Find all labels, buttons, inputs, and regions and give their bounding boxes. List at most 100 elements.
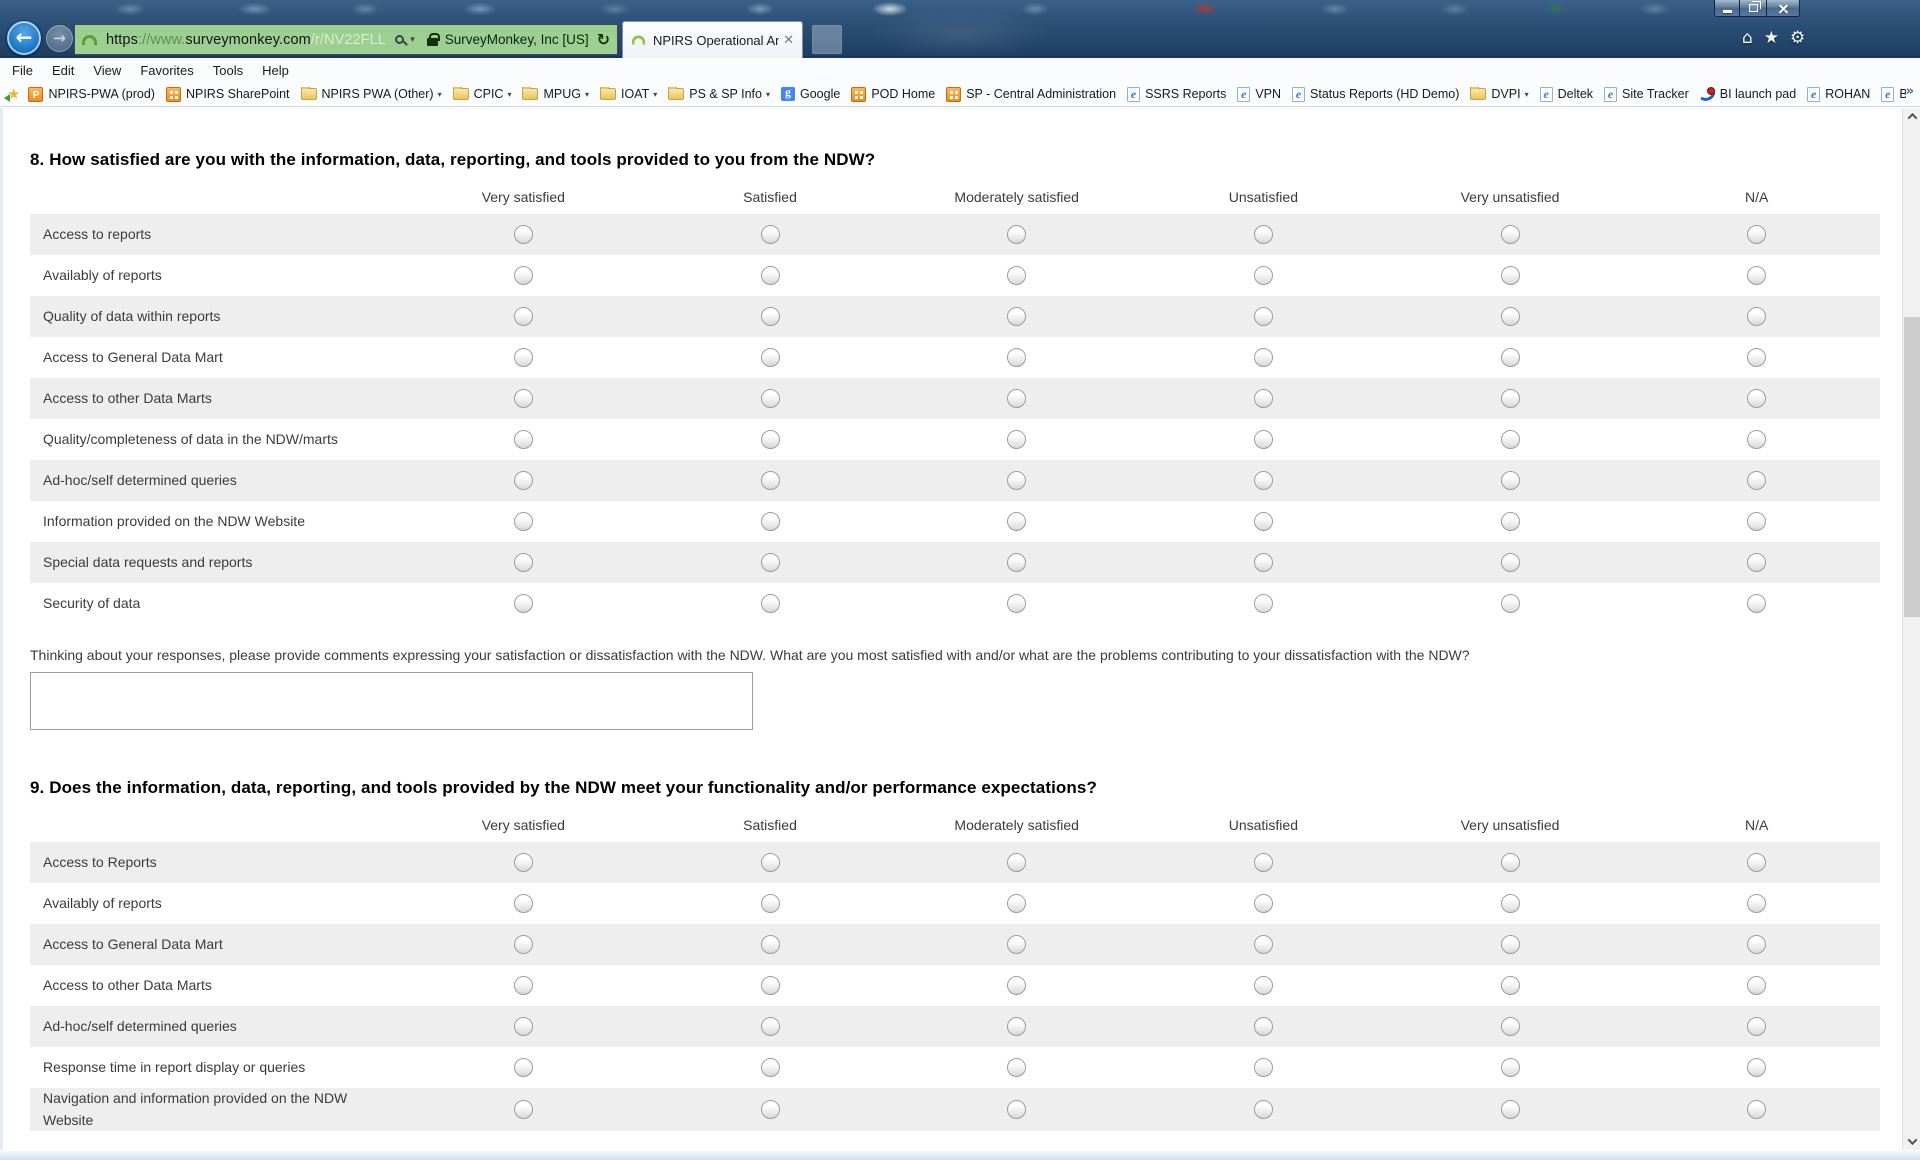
radio-q8-access-to-other-data-marts-very-unsatisfied[interactable] xyxy=(1501,389,1520,408)
radio-q8-ad-hoc-self-determined-queries-n-a[interactable] xyxy=(1747,471,1766,490)
radio-q8-access-to-general-data-mart-unsatisfied[interactable] xyxy=(1254,348,1273,367)
radio-q8-availably-of-reports-very-satisfied[interactable] xyxy=(514,266,533,285)
certificate-badge[interactable]: SurveyMonkey, Inc [US] xyxy=(445,32,589,47)
radio-q8-special-data-requests-and-reports-satisfied[interactable] xyxy=(761,553,780,572)
radio-q9-ad-hoc-self-determined-queries-moderately-satisfied[interactable] xyxy=(1007,1017,1026,1036)
radio-q9-navigation-and-information-provided-on-the-ndw-website-satisfied[interactable] xyxy=(761,1100,780,1119)
radio-q8-ad-hoc-self-determined-queries-unsatisfied[interactable] xyxy=(1254,471,1273,490)
radio-q8-quality-of-data-within-reports-moderately-satisfied[interactable] xyxy=(1007,307,1026,326)
restore-button[interactable] xyxy=(1740,0,1766,17)
radio-q8-information-provided-on-the-ndw-website-n-a[interactable] xyxy=(1747,512,1766,531)
favorite-pod-home[interactable]: POD Home xyxy=(851,87,935,102)
radio-q8-access-to-other-data-marts-n-a[interactable] xyxy=(1747,389,1766,408)
radio-q8-access-to-reports-very-unsatisfied[interactable] xyxy=(1501,225,1520,244)
scroll-up-button[interactable] xyxy=(1903,108,1920,125)
add-favorite-icon[interactable]: ★ xyxy=(7,87,20,102)
radio-q8-information-provided-on-the-ndw-website-moderately-satisfied[interactable] xyxy=(1007,512,1026,531)
radio-q8-security-of-data-unsatisfied[interactable] xyxy=(1254,594,1273,613)
favorite-sp-central-administration[interactable]: SP - Central Administration xyxy=(946,87,1116,102)
search-dropdown-caret-icon[interactable]: ▾ xyxy=(410,34,415,45)
radio-q9-ad-hoc-self-determined-queries-n-a[interactable] xyxy=(1747,1017,1766,1036)
back-button[interactable]: ← xyxy=(6,20,42,56)
radio-q8-quality-completeness-of-data-in-the-ndw-marts-very-satisfied[interactable] xyxy=(514,430,533,449)
radio-q8-access-to-general-data-mart-very-satisfied[interactable] xyxy=(514,348,533,367)
radio-q8-special-data-requests-and-reports-very-unsatisfied[interactable] xyxy=(1501,553,1520,572)
radio-q9-availably-of-reports-unsatisfied[interactable] xyxy=(1254,894,1273,913)
radio-q9-availably-of-reports-very-satisfied[interactable] xyxy=(514,894,533,913)
radio-q9-access-to-general-data-mart-n-a[interactable] xyxy=(1747,935,1766,954)
home-icon[interactable]: ⌂ xyxy=(1742,28,1753,48)
favorite-ps-sp-info[interactable]: PS & SP Info▾ xyxy=(668,87,770,101)
radio-q9-access-to-reports-moderately-satisfied[interactable] xyxy=(1007,853,1026,872)
radio-q9-access-to-general-data-mart-very-unsatisfied[interactable] xyxy=(1501,935,1520,954)
new-tab-button[interactable] xyxy=(812,25,842,54)
radio-q8-quality-completeness-of-data-in-the-ndw-marts-moderately-satisfied[interactable] xyxy=(1007,430,1026,449)
favorite-ssrs-reports[interactable]: SSRS Reports xyxy=(1127,87,1226,102)
radio-q8-ad-hoc-self-determined-queries-moderately-satisfied[interactable] xyxy=(1007,471,1026,490)
favorite-npirs-pwa-prod[interactable]: NPIRS-PWA (prod) xyxy=(28,87,155,102)
radio-q8-quality-completeness-of-data-in-the-ndw-marts-satisfied[interactable] xyxy=(761,430,780,449)
radio-q9-access-to-other-data-marts-moderately-satisfied[interactable] xyxy=(1007,976,1026,995)
radio-q9-response-time-in-report-display-or-queries-very-unsatisfied[interactable] xyxy=(1501,1058,1520,1077)
radio-q9-response-time-in-report-display-or-queries-satisfied[interactable] xyxy=(761,1058,780,1077)
radio-q9-access-to-other-data-marts-very-satisfied[interactable] xyxy=(514,976,533,995)
radio-q8-quality-of-data-within-reports-very-satisfied[interactable] xyxy=(514,307,533,326)
radio-q9-navigation-and-information-provided-on-the-ndw-website-n-a[interactable] xyxy=(1747,1100,1766,1119)
favorites-star-icon[interactable]: ★ xyxy=(1764,28,1779,48)
radio-q8-information-provided-on-the-ndw-website-very-satisfied[interactable] xyxy=(514,512,533,531)
radio-q8-access-to-reports-n-a[interactable] xyxy=(1747,225,1766,244)
radio-q8-security-of-data-n-a[interactable] xyxy=(1747,594,1766,613)
scroll-down-button[interactable] xyxy=(1903,1133,1920,1150)
radio-q9-access-to-general-data-mart-satisfied[interactable] xyxy=(761,935,780,954)
radio-q9-navigation-and-information-provided-on-the-ndw-website-moderately-satisfied[interactable] xyxy=(1007,1100,1026,1119)
favorite-npirs-sharepoint[interactable]: NPIRS SharePoint xyxy=(166,87,290,102)
gear-icon[interactable]: ⚙ xyxy=(1790,28,1805,48)
radio-q9-navigation-and-information-provided-on-the-ndw-website-unsatisfied[interactable] xyxy=(1254,1100,1273,1119)
radio-q9-navigation-and-information-provided-on-the-ndw-website-very-satisfied[interactable] xyxy=(514,1100,533,1119)
radio-q9-ad-hoc-self-determined-queries-satisfied[interactable] xyxy=(761,1017,780,1036)
close-button[interactable] xyxy=(1766,0,1800,17)
radio-q9-response-time-in-report-display-or-queries-n-a[interactable] xyxy=(1747,1058,1766,1077)
radio-q9-ad-hoc-self-determined-queries-unsatisfied[interactable] xyxy=(1254,1017,1273,1036)
favorites-overflow-chevron[interactable]: » xyxy=(1906,85,1914,98)
radio-q9-availably-of-reports-very-unsatisfied[interactable] xyxy=(1501,894,1520,913)
radio-q8-access-to-other-data-marts-moderately-satisfied[interactable] xyxy=(1007,389,1026,408)
radio-q8-access-to-other-data-marts-unsatisfied[interactable] xyxy=(1254,389,1273,408)
radio-q9-access-to-reports-unsatisfied[interactable] xyxy=(1254,853,1273,872)
radio-q8-quality-completeness-of-data-in-the-ndw-marts-n-a[interactable] xyxy=(1747,430,1766,449)
radio-q9-access-to-other-data-marts-very-unsatisfied[interactable] xyxy=(1501,976,1520,995)
radio-q8-quality-of-data-within-reports-n-a[interactable] xyxy=(1747,307,1766,326)
radio-q8-security-of-data-satisfied[interactable] xyxy=(761,594,780,613)
radio-q8-access-to-reports-satisfied[interactable] xyxy=(761,225,780,244)
menu-item-edit[interactable]: Edit xyxy=(52,63,74,78)
radio-q9-ad-hoc-self-determined-queries-very-satisfied[interactable] xyxy=(514,1017,533,1036)
radio-q8-access-to-reports-moderately-satisfied[interactable] xyxy=(1007,225,1026,244)
radio-q8-access-to-reports-very-satisfied[interactable] xyxy=(514,225,533,244)
radio-q8-quality-of-data-within-reports-satisfied[interactable] xyxy=(761,307,780,326)
tab-npirs-operational-analysis[interactable]: NPIRS Operational Analysis ... ✕ xyxy=(622,21,803,58)
search-icon[interactable] xyxy=(395,35,404,44)
radio-q8-special-data-requests-and-reports-moderately-satisfied[interactable] xyxy=(1007,553,1026,572)
radio-q9-access-to-reports-satisfied[interactable] xyxy=(761,853,780,872)
favorite-dvpi[interactable]: DVPI▾ xyxy=(1470,87,1528,101)
radio-q8-availably-of-reports-very-unsatisfied[interactable] xyxy=(1501,266,1520,285)
radio-q9-ad-hoc-self-determined-queries-very-unsatisfied[interactable] xyxy=(1501,1017,1520,1036)
favorite-google[interactable]: Google xyxy=(781,87,840,101)
radio-q8-access-to-other-data-marts-very-satisfied[interactable] xyxy=(514,389,533,408)
comment-textarea[interactable] xyxy=(30,672,753,730)
favorite-bi-launch-pad[interactable]: BI launch pad xyxy=(1700,87,1796,102)
favorite-rohan[interactable]: ROHAN xyxy=(1807,87,1870,102)
radio-q8-availably-of-reports-satisfied[interactable] xyxy=(761,266,780,285)
radio-q8-access-to-general-data-mart-satisfied[interactable] xyxy=(761,348,780,367)
menu-item-help[interactable]: Help xyxy=(262,63,289,78)
radio-q9-navigation-and-information-provided-on-the-ndw-website-very-unsatisfied[interactable] xyxy=(1501,1100,1520,1119)
radio-q8-special-data-requests-and-reports-unsatisfied[interactable] xyxy=(1254,553,1273,572)
radio-q8-ad-hoc-self-determined-queries-very-unsatisfied[interactable] xyxy=(1501,471,1520,490)
radio-q9-access-to-other-data-marts-satisfied[interactable] xyxy=(761,976,780,995)
radio-q8-availably-of-reports-moderately-satisfied[interactable] xyxy=(1007,266,1026,285)
favorite-ioat[interactable]: IOAT▾ xyxy=(600,87,657,101)
radio-q8-ad-hoc-self-determined-queries-satisfied[interactable] xyxy=(761,471,780,490)
menu-item-file[interactable]: File xyxy=(12,63,33,78)
refresh-button[interactable]: ↻ xyxy=(597,32,610,48)
favorite-deltek[interactable]: Deltek xyxy=(1540,87,1593,102)
